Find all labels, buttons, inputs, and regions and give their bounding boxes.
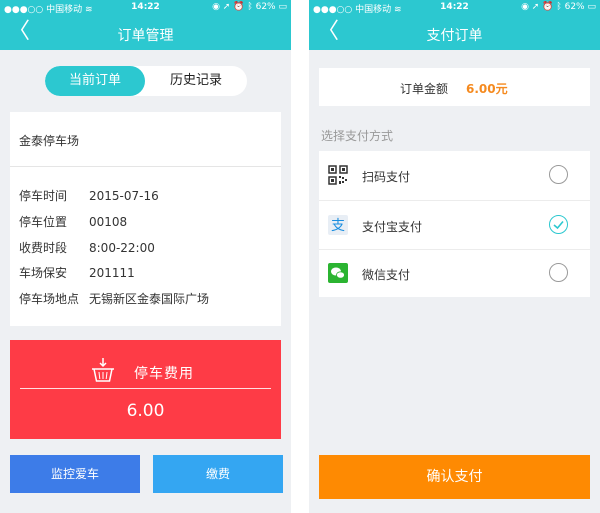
status-right: ◉ ➚ ⏰ ᛒ 62% ▭ (212, 2, 287, 12)
payment-option-alipay[interactable]: 支 支付宝支付 (319, 201, 590, 249)
basket-icon (92, 358, 114, 382)
svg-text:支: 支 (331, 218, 345, 234)
payment-screen: ●●●○○ 中国移动 ≋ 14:22 ◉ ➚ ⏰ ᛒ 62% ▭ 〈 支付订单 … (309, 0, 600, 513)
nav-bar: 〈 支付订单 (309, 16, 600, 50)
wechat-icon (328, 263, 348, 283)
fee-amount: 6.00 (126, 401, 165, 421)
payment-option-wechat[interactable]: 微信支付 (319, 249, 590, 297)
battery-icon: ▭ (278, 2, 287, 12)
payment-option-label: 扫码支付 (362, 170, 411, 184)
info-value: 2015-07-16 (89, 189, 159, 203)
payment-option-label: 微信支付 (362, 268, 411, 282)
parking-fee-panel: 停车费用 6.00 (10, 340, 281, 439)
alipay-icon: 支 (328, 215, 348, 235)
amount-value: 6.00元 (466, 82, 508, 96)
payment-option-qr[interactable]: 扫码支付 (319, 151, 590, 199)
qr-code-icon (328, 165, 348, 185)
location-icon: ➚ (222, 2, 231, 12)
radio-unchecked[interactable] (549, 263, 568, 282)
order-tabs: 当前订单 历史记录 (45, 66, 247, 96)
fee-label: 停车费用 (134, 366, 194, 382)
info-row-charge-period: 收费时段 8:00-22:00 (19, 239, 155, 256)
battery-percent: 62% (255, 2, 276, 12)
info-row-parking-spot: 停车位置 00108 (19, 213, 127, 230)
radio-checked[interactable] (549, 215, 568, 234)
info-row-security-guard: 车场保安 201111 (19, 264, 135, 281)
pay-fee-button[interactable]: 缴费 (153, 455, 283, 493)
bluetooth-icon: ᛒ (247, 2, 253, 12)
amount-label: 订单金额 (400, 82, 449, 96)
parking-lot-name: 金泰停车场 (19, 134, 80, 148)
page-title: 订单管理 (117, 28, 174, 44)
battery-icon: ▭ (587, 2, 596, 12)
info-row-parking-time: 停车时间 2015-07-16 (19, 187, 159, 204)
status-right: ◉ ➚ ⏰ ᛒ 62% ▭ (521, 2, 596, 12)
info-value: 无锡新区金泰国际广场 (89, 292, 210, 306)
status-bar: ●●●○○ 中国移动 ≋ 14:22 ◉ ➚ ⏰ ᛒ 62% ▭ (0, 0, 291, 16)
page-title: 支付订单 (426, 28, 483, 44)
tab-history[interactable]: 历史记录 (145, 66, 247, 96)
lock-rotation-icon: ◉ (212, 2, 220, 12)
battery-percent: 62% (564, 2, 585, 12)
alarm-icon: ⏰ (233, 2, 245, 12)
payment-method-heading: 选择支付方式 (321, 129, 394, 143)
monitor-car-button[interactable]: 监控爱车 (10, 455, 140, 493)
info-label: 收费时段 (19, 241, 68, 255)
check-icon (553, 220, 564, 230)
order-management-screen: ●●●○○ 中国移动 ≋ 14:22 ◉ ➚ ⏰ ᛒ 62% ▭ 〈 订单管理 … (0, 0, 291, 513)
info-value: 00108 (89, 215, 128, 229)
order-amount-box: 订单金额 6.00元 (319, 68, 590, 106)
lock-rotation-icon: ◉ (521, 2, 529, 12)
divider (10, 166, 281, 167)
location-icon: ➚ (531, 2, 540, 12)
info-label: 停车位置 (19, 215, 68, 229)
info-value: 201111 (89, 266, 135, 280)
payment-methods-list: 扫码支付 支 支付宝支付 微信支付 (319, 151, 590, 297)
radio-unchecked[interactable] (549, 165, 568, 184)
info-value: 8:00-22:00 (89, 241, 155, 255)
status-bar: ●●●○○ 中国移动 ≋ 14:22 ◉ ➚ ⏰ ᛒ 62% ▭ (309, 0, 600, 16)
info-label: 停车时间 (19, 189, 68, 203)
confirm-payment-button[interactable]: 确认支付 (319, 455, 590, 499)
nav-bar: 〈 订单管理 (0, 16, 291, 50)
info-label: 停车场地点 (19, 292, 80, 306)
alarm-icon: ⏰ (542, 2, 554, 12)
payment-option-label: 支付宝支付 (362, 220, 423, 234)
bluetooth-icon: ᛒ (556, 2, 562, 12)
tab-current-orders[interactable]: 当前订单 (45, 66, 145, 96)
info-row-lot-address: 停车场地点 无锡新区金泰国际广场 (19, 290, 209, 307)
divider (20, 388, 271, 389)
info-label: 车场保安 (19, 266, 68, 280)
order-card: 金泰停车场 停车时间 2015-07-16 停车位置 00108 收费时段 8:00-… (10, 112, 281, 326)
